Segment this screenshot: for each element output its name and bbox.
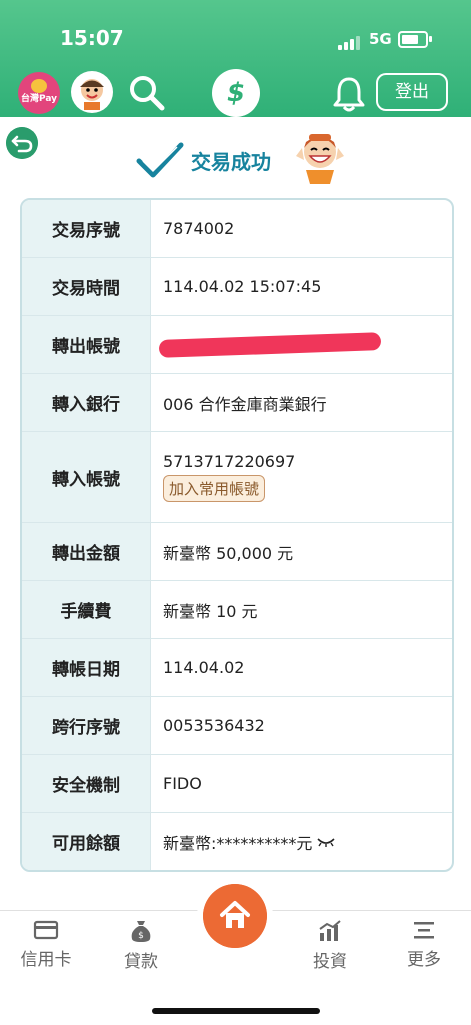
svg-text:$: $ [138, 931, 144, 941]
transaction-detail-table: 交易序號 7874002 交易時間 114.04.02 15:07:45 轉出帳… [20, 198, 454, 872]
add-favorite-account-button[interactable]: 加入常用帳號 [163, 475, 266, 502]
row-from-account: 轉出帳號 [22, 316, 452, 374]
row-transfer-amount: 轉出金額 新臺幣 50,000 元 [22, 523, 452, 581]
tab-credit-card-label: 信用卡 [20, 950, 72, 970]
tab-loan-label: 貸款 [124, 952, 158, 972]
home-icon[interactable] [203, 884, 267, 948]
app-header: 15:07 5G 台灣Pay $ 登出 [0, 0, 471, 117]
battery-icon [398, 31, 428, 48]
value-transaction-time: 114.04.02 15:07:45 [163, 277, 322, 296]
label-to-account: 轉入帳號 [22, 432, 151, 522]
label-transfer-amount: 轉出金額 [22, 523, 151, 580]
bank-logo[interactable]: $ [212, 69, 260, 117]
mascot-avatar-icon[interactable] [70, 70, 114, 114]
label-fee: 手續費 [22, 581, 151, 638]
tab-invest-label: 投資 [313, 952, 347, 972]
taiwan-pay-button[interactable]: 台灣Pay [18, 72, 60, 114]
row-interbank-id: 跨行序號 0053536432 [22, 697, 452, 755]
row-transaction-time: 交易時間 114.04.02 15:07:45 [22, 258, 452, 316]
label-security: 安全機制 [22, 755, 151, 812]
back-icon[interactable] [6, 127, 38, 159]
row-fee: 手續費 新臺幣 10 元 [22, 581, 452, 639]
tab-invest[interactable]: 投資 [290, 911, 370, 972]
value-transaction-id: 7874002 [163, 219, 235, 238]
value-transfer-date: 114.04.02 [163, 658, 245, 677]
logout-button[interactable]: 登出 [376, 73, 448, 111]
status-time: 15:07 [60, 26, 124, 50]
value-available-balance: 新臺幣:**********元 [163, 833, 313, 853]
row-transaction-id: 交易序號 7874002 [22, 200, 452, 258]
eye-closed-icon[interactable] [316, 835, 336, 849]
check-icon [136, 142, 184, 178]
signal-icon [338, 31, 362, 50]
battery-tip [429, 36, 432, 42]
label-transfer-date: 轉帳日期 [22, 639, 151, 696]
network-label: 5G [369, 30, 392, 48]
menu-icon [414, 922, 434, 939]
redacted-account-mark [158, 331, 382, 358]
home-indicator [152, 1008, 320, 1014]
value-to-bank: 006 合作金庫商業銀行 [163, 394, 327, 414]
tab-more-label: 更多 [407, 950, 441, 970]
credit-card-icon [33, 920, 59, 940]
row-security: 安全機制 FIDO [22, 755, 452, 813]
label-transaction-id: 交易序號 [22, 200, 151, 257]
row-available-balance: 可用餘額 新臺幣:**********元 [22, 813, 452, 870]
tab-more[interactable]: 更多 [384, 911, 464, 970]
search-icon[interactable] [126, 72, 168, 114]
money-bag-icon: $ [131, 921, 151, 942]
row-transfer-date: 轉帳日期 114.04.02 [22, 639, 452, 697]
value-interbank-id: 0053536432 [163, 716, 265, 735]
value-to-account: 5713717220697 [163, 452, 296, 471]
row-to-bank: 轉入銀行 006 合作金庫商業銀行 [22, 374, 452, 432]
label-transaction-time: 交易時間 [22, 258, 151, 315]
mascot-icon [296, 134, 344, 184]
value-security: FIDO [163, 774, 202, 793]
tab-credit-card[interactable]: 信用卡 [6, 911, 86, 970]
row-to-account: 轉入帳號 5713717220697 加入常用帳號 [22, 432, 452, 523]
label-available-balance: 可用餘額 [22, 813, 151, 870]
tab-loan[interactable]: $ 貸款 [101, 911, 181, 972]
success-title: 交易成功 [191, 150, 271, 174]
bell-icon[interactable] [332, 76, 366, 112]
label-interbank-id: 跨行序號 [22, 697, 151, 754]
label-to-bank: 轉入銀行 [22, 374, 151, 431]
value-transfer-amount: 新臺幣 50,000 元 [163, 543, 294, 563]
label-from-account: 轉出帳號 [22, 316, 151, 373]
bar-chart-icon [319, 920, 341, 941]
value-fee: 新臺幣 10 元 [163, 601, 258, 621]
